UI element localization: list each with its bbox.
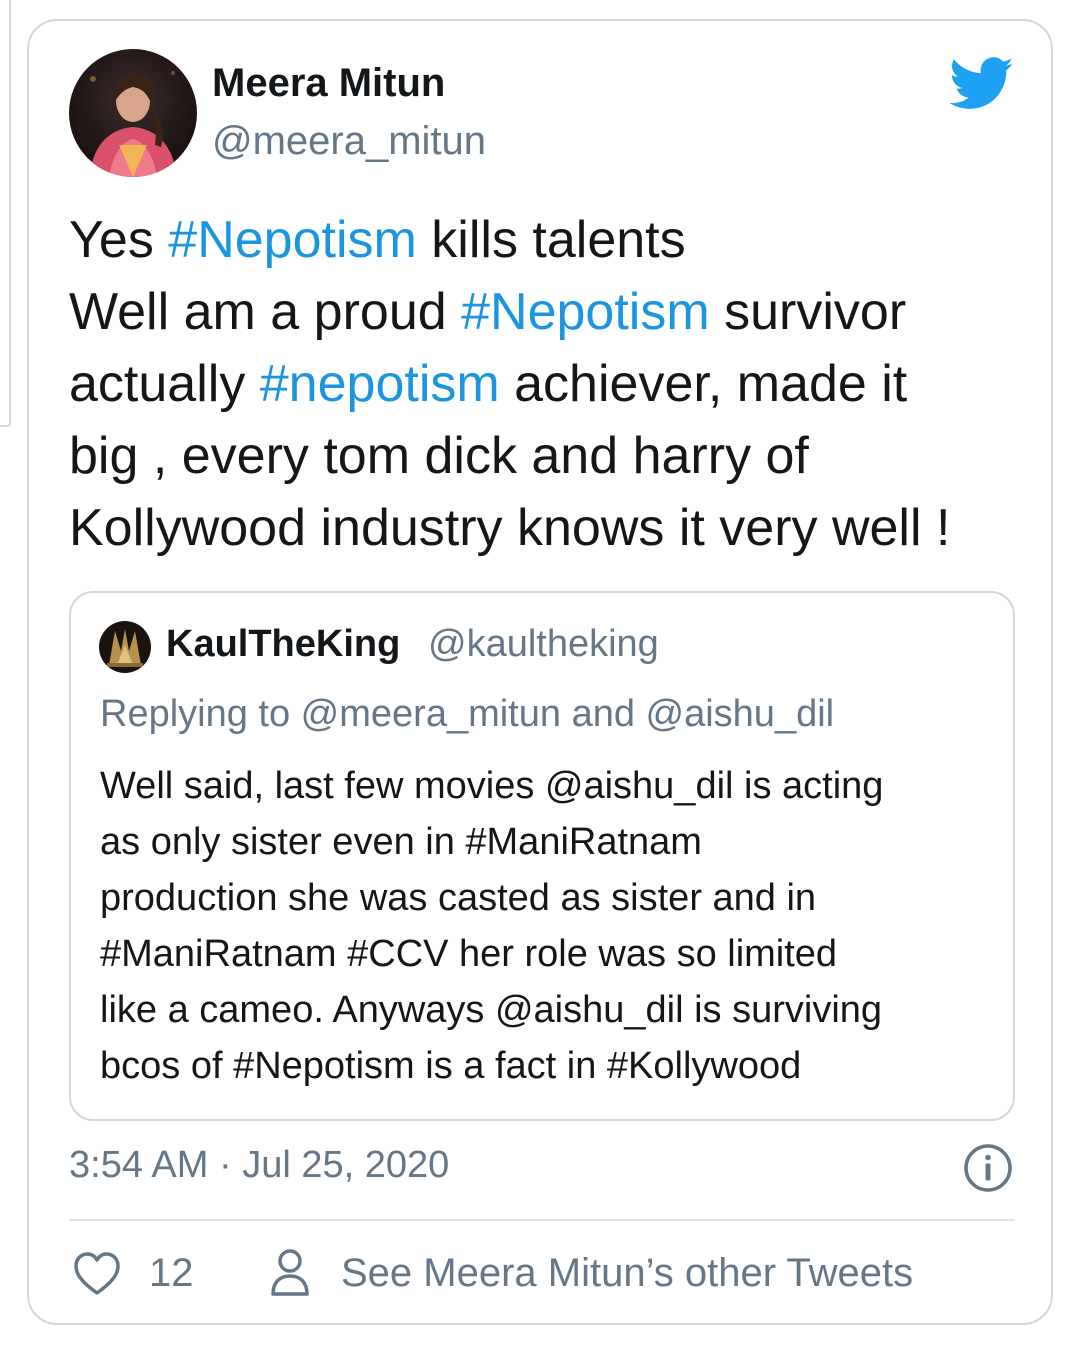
see-other-tweets-link[interactable]: See Meera Mitun’s other Tweets bbox=[341, 1251, 913, 1296]
tweet-timestamp[interactable]: 3:54 AM · Jul 25, 2020 bbox=[69, 1144, 449, 1187]
text-segment: Yes bbox=[69, 211, 169, 269]
tweet-text: Yes #Nepotism kills talents Well am a pr… bbox=[69, 204, 1019, 564]
tweet-text-line: Yes #Nepotism kills talents bbox=[69, 204, 1019, 276]
info-icon[interactable] bbox=[963, 1143, 1013, 1193]
text-segment: survivor bbox=[709, 283, 907, 341]
quoted-tweet-text: Well said, last few movies @aishu_dil is… bbox=[100, 758, 1000, 1094]
background-panel-edge bbox=[0, 0, 11, 427]
divider bbox=[69, 1219, 1015, 1221]
author-avatar[interactable] bbox=[69, 49, 197, 177]
text-segment: kills talents bbox=[416, 211, 686, 269]
quoted-author-name[interactable]: KaulTheKing bbox=[166, 623, 400, 666]
hashtag-link[interactable]: #nepotism bbox=[260, 355, 500, 413]
text-segment: achiever, made it bbox=[499, 355, 908, 413]
quoted-text-line: production she was casted as sister and … bbox=[100, 877, 817, 919]
text-segment: Well am a proud bbox=[69, 283, 462, 341]
quoted-text-line: as only sister even in #ManiRatnam bbox=[100, 821, 702, 863]
like-count: 12 bbox=[149, 1251, 194, 1295]
quoted-tweet-card[interactable]: KaulTheKing @kaultheking Replying to @me… bbox=[69, 591, 1015, 1121]
quoted-text-line: #ManiRatnam #CCV her role was so limited bbox=[100, 933, 838, 975]
tweet-text-line: big , every tom dick and harry of bbox=[69, 420, 1019, 492]
quoted-text-line: bcos of #Nepotism is a fact in #Kollywoo… bbox=[100, 1045, 802, 1087]
tweet-text-line: actually #nepotism achiever, made it bbox=[69, 348, 1019, 420]
quoted-author-handle[interactable]: @kaultheking bbox=[428, 623, 659, 666]
quoted-text-line: Well said, last few movies @aishu_dil is… bbox=[100, 765, 884, 807]
text-segment: actually bbox=[69, 355, 260, 413]
heart-icon[interactable] bbox=[73, 1251, 121, 1297]
author-name[interactable]: Meera Mitun bbox=[212, 61, 445, 106]
tweet-text-line: Well am a proud #Nepotism survivor bbox=[69, 276, 1019, 348]
hashtag-link[interactable]: #Nepotism bbox=[461, 283, 710, 341]
tweet-card: Meera Mitun @meera_mitun Yes #Nepotism k… bbox=[27, 19, 1053, 1325]
person-icon[interactable] bbox=[269, 1248, 311, 1298]
quoted-author-avatar[interactable] bbox=[99, 621, 151, 673]
twitter-bird-icon[interactable] bbox=[949, 57, 1015, 111]
quoted-text-line: like a cameo. Anyways @aishu_dil is surv… bbox=[100, 989, 883, 1031]
replying-to-text: Replying to @meera_mitun and @aishu_dil bbox=[100, 693, 835, 735]
text-segment: Kollywood industry knows it very well ! bbox=[69, 499, 951, 557]
tweet-text-line: Kollywood industry knows it very well ! bbox=[69, 492, 1019, 564]
text-segment: big , every tom dick and harry of bbox=[69, 427, 809, 485]
hashtag-link[interactable]: #Nepotism bbox=[168, 211, 417, 269]
author-handle[interactable]: @meera_mitun bbox=[212, 119, 486, 164]
